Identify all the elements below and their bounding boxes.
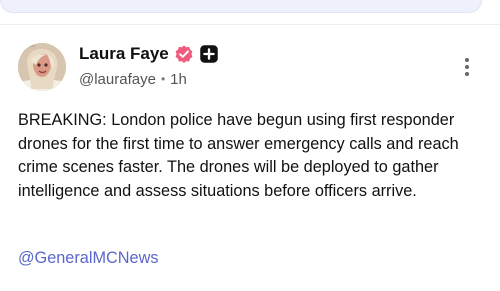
more-vertical-icon-dot-bottom [465, 72, 469, 76]
more-vertical-icon-dot-middle [465, 65, 469, 69]
author-info: Laura Faye @laurafaye • 1h [79, 41, 399, 89]
author-meta-row: @laurafaye • 1h [79, 69, 399, 89]
avatar[interactable] [18, 43, 66, 91]
more-options-button[interactable] [456, 55, 478, 79]
post-card[interactable]: Laura Faye @laurafaye • 1h BREAKING: Lon… [0, 25, 500, 291]
author-handle[interactable]: @laurafaye [79, 71, 156, 88]
previous-panel-edge [0, 0, 500, 24]
avatar-image [18, 43, 66, 91]
plus-badge-icon [199, 44, 219, 64]
mention-link[interactable]: @GeneralMCNews [18, 247, 158, 269]
post-text: BREAKING: London police have begun using… [18, 111, 459, 200]
verified-badge-icon [174, 44, 194, 64]
more-vertical-icon-dot-top [465, 58, 469, 62]
post-timestamp[interactable]: 1h [170, 71, 187, 88]
author-name-row: Laura Faye [79, 41, 399, 67]
meta-separator: • [160, 72, 166, 86]
previous-panel-fill [0, 0, 482, 13]
post-page: Laura Faye @laurafaye • 1h BREAKING: Lon… [0, 0, 500, 291]
display-name[interactable]: Laura Faye [79, 41, 169, 67]
